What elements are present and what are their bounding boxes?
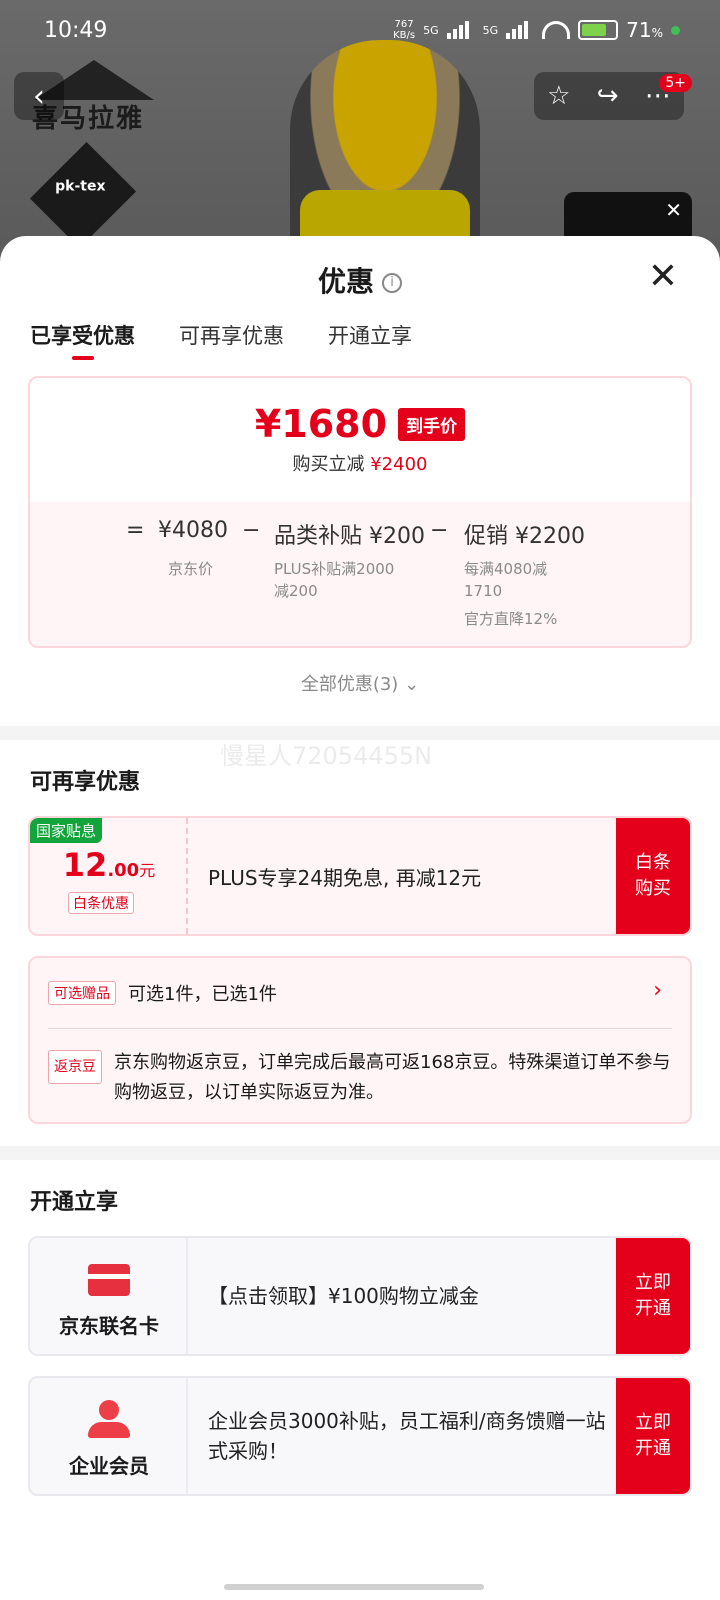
reduce-summary: 购买立减 ¥2400 [292,454,428,475]
final-price-tag: 到手价 [398,407,466,441]
coupon-badge: 国家贴息 [30,818,103,843]
section-title-more: 可再享优惠 [30,770,141,795]
network-speed: 767 KB/s [393,19,416,41]
open-item-desc: 企业会员3000补贴，员工福利/商务馈赠一站式采购！ [208,1409,606,1463]
coupon-tag: 白条优惠 [68,892,134,914]
promo-item: 促销 ¥2200 [464,524,586,549]
close-button[interactable]: ✕ [646,259,680,295]
coupon-desc: PLUS专享24期免息, 再减12元 [208,866,482,890]
battery-icon [578,20,619,40]
user-icon [88,1400,130,1438]
open-card-cobrand[interactable]: 京东联名卡 【点击领取】¥100购物立减金 立即 开通 [28,1236,692,1356]
divider [0,1146,720,1160]
tab-enjoyed[interactable]: 已享受优惠 [30,320,135,360]
minus-sign: − [242,518,261,543]
privacy-dot [671,25,680,35]
gift-row[interactable]: 可选赠品 可选1件，已选1件 › [48,978,672,1008]
open-item-desc: 【点击领取】¥100购物立减金 [208,1284,479,1308]
equals-sign: = [126,518,145,543]
baitiao-buy-button[interactable]: 白条 购买 [616,818,690,934]
pk-tex-badge: pk-tex [29,141,137,249]
tab-more[interactable]: 可再享优惠 [179,320,284,350]
gift-box: 可选赠品 可选1件，已选1件 › 返京豆 京东购物返京豆，订单完成后最高可返16… [28,956,692,1124]
signal-icon [506,21,534,39]
price-formula: = ¥4080 − 品类补贴 ¥200 − 促销 ¥2200 京东价 PLUS补… [30,502,690,646]
open-item-label: 企业会员 [69,1454,149,1478]
minus-sign: − [430,518,449,543]
home-indicator[interactable] [224,1584,484,1590]
price-breakdown-card: ¥1680 到手价 购买立减 ¥2400 = ¥4080 − 品类补贴 ¥200… [28,376,692,648]
open-card-enterprise[interactable]: 企业会员 企业会员3000补贴，员工福利/商务馈赠一站式采购！ 立即 开通 [28,1376,692,1496]
promo-note: 每满4080减 1710 官方直降12% [464,560,558,628]
tab-open[interactable]: 开通立享 [328,320,412,350]
final-price: ¥1680 [254,402,388,446]
star-icon[interactable]: ☆ [547,81,570,111]
network-type-1: 5G [423,23,439,37]
divider [48,1028,672,1029]
base-price: ¥4080 [158,518,228,543]
coupon-card[interactable]: 国家贴息 12.00元 白条优惠 PLUS专享24期免息, 再减12元 白条 购买 [28,816,692,936]
close-icon[interactable]: ✕ [665,198,682,222]
all-offers-link[interactable]: 全部优惠(3) ⌄ [0,670,720,696]
clock: 10:49 [44,18,108,43]
base-price-note: 京东价 [168,560,214,578]
share-icon[interactable]: ↪ [597,81,619,111]
open-item-label: 京东联名卡 [59,1314,159,1338]
wifi-icon [542,21,571,39]
status-bar: 10:49 767 KB/s 5G 5G 71% [0,0,720,64]
back-button[interactable]: ‹ [14,72,64,120]
notification-badge: 5+ [659,74,692,92]
jingdou-text: 京东购物返京豆，订单完成后最高可返168京豆。特殊渠道订单不参与购物返豆，以订单… [114,1052,671,1103]
coupon-amount-area: 国家贴息 12.00元 白条优惠 [30,818,188,934]
network-type-2: 5G [482,23,499,37]
coupon-amount: 12.00元 [62,846,156,884]
open-now-button[interactable]: 立即 开通 [616,1378,690,1494]
open-now-button[interactable]: 立即 开通 [616,1238,690,1354]
section-title-open: 开通立享 [30,1190,119,1215]
subsidy-item: 品类补贴 ¥200 [274,524,426,549]
subsidy-note: PLUS补贴满2000 减200 [274,560,395,600]
jingdou-row: 返京豆 京东购物返京豆，订单完成后最高可返168京豆。特殊渠道订单不参与购物返豆… [48,1048,672,1108]
status-icons: 767 KB/s 5G 5G 71% [393,18,680,42]
offers-sheet: 优惠 i ✕ 已享受优惠 可再享优惠 开通立享 ¥1680 到手价 购买立减 ¥2… [0,236,720,1600]
gift-tag: 可选赠品 [48,981,116,1005]
sheet-title: 优惠 i [0,260,720,300]
gift-text: 可选1件，已选1件 [128,984,277,1005]
chevron-down-icon: ⌄ [404,674,420,695]
chevron-right-icon: › [653,978,662,1003]
info-icon[interactable]: i [382,273,402,293]
battery-level: 71% [626,18,663,42]
jingdou-tag: 返京豆 [48,1050,102,1084]
tabs: 已享受优惠 可再享优惠 开通立享 [30,320,412,360]
watermark: 慢星人72054455N [220,742,433,770]
credit-card-icon [88,1264,130,1296]
signal-icon [446,21,475,39]
